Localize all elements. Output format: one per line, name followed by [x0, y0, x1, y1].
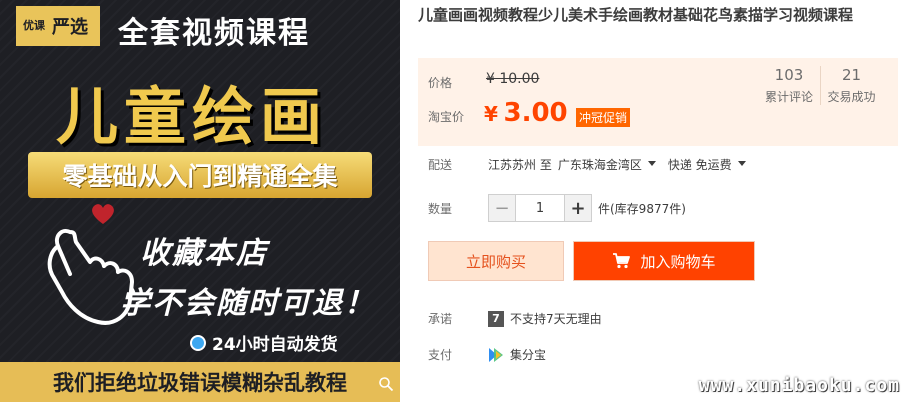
promise-row: 承诺 7 不支持7天无理由	[428, 310, 602, 327]
cart-icon	[613, 253, 631, 269]
destination-dropdown[interactable]: 广东珠海金湾区	[558, 156, 668, 173]
stat-transactions-label: 交易成功	[827, 90, 876, 104]
shipping-method-dropdown[interactable]: 快递 免运费	[668, 156, 758, 173]
promo-headline: 全套视频课程	[118, 16, 310, 51]
promo-tag-badge[interactable]: 冲冠促销	[576, 108, 631, 127]
shipping-origin: 江苏苏州 至	[488, 158, 552, 172]
destination-value: 广东珠海金湾区	[557, 158, 642, 172]
sales-stats: 103 累计评论 21 交易成功	[758, 66, 882, 105]
sale-price: ¥ 3.00	[484, 98, 568, 128]
product-main-image[interactable]: 优课 严选 全套视频课程 儿童绘画 零基础从入门到精通全集 收藏本店 学不会随时…	[0, 0, 400, 402]
payment-row: 支付 集分宝	[428, 346, 546, 363]
promo-slogan-line1: 收藏本店	[140, 236, 268, 271]
stat-reviews[interactable]: 103 累计评论	[758, 66, 820, 105]
add-to-cart-label: 加入购物车	[640, 252, 716, 271]
shipping-label: 配送	[428, 158, 453, 172]
stock-info: 件(库存9877件)	[598, 201, 686, 216]
buy-now-label: 立即购买	[465, 252, 526, 271]
sale-price-currency: ¥	[484, 102, 498, 126]
sale-price-label: 淘宝价	[428, 110, 465, 124]
quantity-stepper: − +	[488, 194, 592, 222]
original-price: ¥ 10.00	[486, 71, 540, 87]
watermark-text: www.xunibaoku.com	[698, 375, 900, 396]
original-price-label: 价格	[428, 76, 453, 90]
ship-bubble-icon	[190, 334, 206, 351]
stat-transactions-count: 21	[841, 66, 862, 84]
payment-text: 集分宝	[510, 348, 547, 362]
quantity-label: 数量	[428, 201, 453, 216]
promise-text: 不支持7天无理由	[510, 312, 602, 326]
brand-logo: 优课 严选	[16, 6, 100, 46]
add-to-cart-button[interactable]: 加入购物车	[573, 241, 755, 281]
quantity-input[interactable]	[515, 195, 565, 221]
chevron-down-icon	[737, 161, 746, 166]
shipping-method-value: 快递 免运费	[667, 158, 732, 172]
quantity-decrease-button[interactable]: −	[489, 195, 515, 221]
promo-bottom-band: 我们拒绝垃圾错误模糊杂乱教程	[0, 362, 400, 402]
jifenbao-icon	[489, 347, 503, 362]
auto-ship-badge: 24小时自动发货	[190, 330, 338, 355]
bottom-band-text: 我们拒绝垃圾错误模糊杂乱教程	[53, 371, 347, 395]
product-title: 儿童画画视频教程少儿美术手绘画教材基础花鸟素描学习视频课程	[418, 6, 854, 24]
buy-now-button[interactable]: 立即购买	[428, 241, 564, 281]
payment-label: 支付	[428, 348, 453, 362]
quantity-row: 数量 − + 件(库存9877件)	[428, 194, 686, 222]
stat-reviews-count: 103	[774, 66, 804, 84]
stat-transactions[interactable]: 21 交易成功	[820, 66, 882, 105]
gold-bar-text: 零基础从入门到精通全集	[62, 162, 338, 191]
seven-day-icon: 7	[488, 310, 504, 327]
sale-price-value: 3.00	[503, 98, 568, 128]
quantity-increase-button[interactable]: +	[565, 195, 591, 221]
shipping-row: 配送 江苏苏州 至 广东珠海金湾区 快递 免运费	[428, 156, 758, 173]
logo-left-text: 优课	[23, 19, 45, 32]
price-panel: 价格 ¥ 10.00 淘宝价 ¥ 3.00 冲冠促销 103 累计评论 21 交…	[418, 58, 898, 146]
auto-ship-text: 24小时自动发货	[212, 335, 338, 355]
zoom-icon[interactable]	[378, 376, 394, 392]
promo-slogan-line2: 学不会随时可退！	[120, 286, 376, 321]
promo-gold-bar: 零基础从入门到精通全集	[28, 152, 372, 198]
stat-reviews-label: 累计评论	[764, 90, 813, 104]
promise-label: 承诺	[428, 312, 453, 326]
logo-right-text: 严选	[52, 17, 88, 38]
chevron-down-icon	[647, 161, 656, 166]
promo-big-title: 儿童绘画	[56, 80, 329, 153]
